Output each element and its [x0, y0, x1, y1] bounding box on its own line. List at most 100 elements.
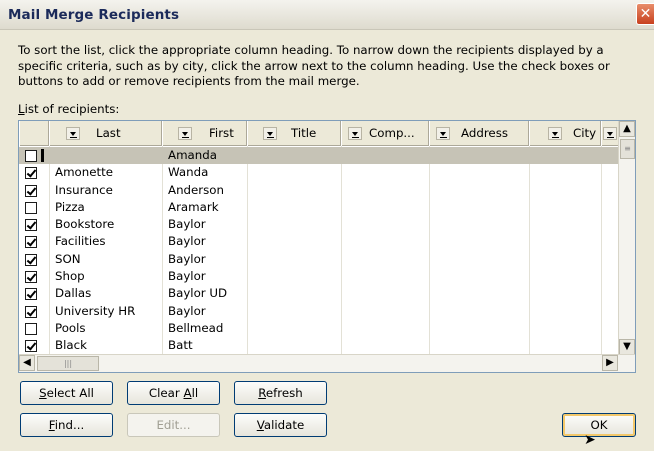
title-bar: Mail Merge Recipients ✕: [0, 0, 654, 30]
clear-all-button[interactable]: Clear All: [127, 381, 220, 405]
include-checkbox[interactable]: [25, 253, 37, 266]
validate-label: alidate: [263, 418, 305, 432]
recipient-row[interactable]: University HR Baylor: [19, 303, 619, 320]
cell-first: Baylor: [168, 269, 206, 284]
cell-last: Dallas: [55, 286, 92, 301]
cell-last: Pools: [55, 320, 86, 335]
column-header-first[interactable]: First: [162, 121, 247, 146]
cell-last: Insurance: [55, 182, 113, 197]
include-checkbox[interactable]: [25, 184, 37, 197]
refresh-mnemonic: R: [258, 386, 266, 400]
cell-last: SON: [55, 251, 81, 266]
include-checkbox[interactable]: [25, 150, 37, 162]
column-header-next[interactable]: [601, 121, 619, 146]
column-header-label: Last: [96, 126, 121, 140]
recipient-row[interactable]: Black Batt: [19, 337, 619, 354]
filter-dropdown-icon[interactable]: [436, 127, 450, 140]
cell-last: Bookstore: [55, 217, 115, 232]
recipient-row[interactable]: Dallas Baylor UD: [19, 285, 619, 302]
include-checkbox[interactable]: [25, 322, 37, 335]
column-header-label: Comp...: [369, 126, 415, 140]
ok-button[interactable]: OK: [562, 413, 636, 437]
cell-last: Amonette: [55, 165, 114, 180]
recipient-row[interactable]: Pizza Aramark: [19, 199, 619, 216]
scroll-right-icon[interactable]: ▶: [602, 355, 618, 371]
column-header-title[interactable]: Title: [247, 121, 341, 146]
recipient-rows: Amanda Amonette Wanda Insurance Anderson…: [19, 147, 619, 355]
filter-dropdown-icon[interactable]: [603, 127, 617, 140]
column-header-label: Address: [461, 126, 508, 140]
cell-last: Pizza: [55, 199, 85, 214]
column-header-label: First: [209, 126, 234, 140]
cell-last: Shop: [55, 269, 85, 284]
vertical-scrollbar[interactable]: ▲ ≡ ▼: [618, 121, 635, 355]
recipient-row[interactable]: Insurance Anderson: [19, 182, 619, 199]
cell-last: Black: [55, 338, 87, 353]
find-label: ind...: [54, 418, 85, 432]
clear-all-label-pre: Clear: [148, 386, 184, 400]
filter-dropdown-icon[interactable]: [548, 127, 562, 140]
grid-header: Last First Title Comp... Address City: [19, 121, 619, 146]
column-header-last[interactable]: Last: [49, 121, 162, 146]
refresh-button[interactable]: Refresh: [234, 381, 327, 405]
filter-dropdown-icon[interactable]: [348, 127, 362, 140]
scroll-left-icon[interactable]: ◀: [19, 355, 35, 371]
select-all-button[interactable]: Select All: [20, 381, 113, 405]
find-button[interactable]: Find...: [20, 413, 113, 437]
clear-all-mnemonic: A: [183, 386, 192, 400]
vertical-scroll-thumb[interactable]: ≡: [620, 139, 635, 159]
include-checkbox[interactable]: [25, 219, 37, 232]
cell-last: [49, 147, 162, 164]
cell-first: Wanda: [168, 165, 209, 180]
recipient-row[interactable]: SON Baylor: [19, 251, 619, 268]
column-header-city[interactable]: City: [529, 121, 601, 146]
include-checkbox[interactable]: [25, 340, 37, 353]
include-checkbox[interactable]: [25, 271, 37, 284]
cell-last: Facilities: [55, 234, 106, 249]
validate-button[interactable]: Validate: [234, 413, 327, 437]
cell-first: Baylor: [168, 234, 206, 249]
row-cursor: [41, 149, 44, 162]
cell-last: University HR: [55, 303, 136, 318]
filter-dropdown-icon[interactable]: [178, 127, 192, 140]
include-checkbox[interactable]: [25, 236, 37, 249]
include-checkbox[interactable]: [25, 305, 37, 318]
cell-first: Baylor: [168, 303, 206, 318]
cell-first: Baylor UD: [168, 286, 228, 301]
cell-first: Baylor: [168, 217, 206, 232]
header-checkbox-column: [19, 121, 49, 146]
column-header-label: Title: [291, 126, 317, 140]
scroll-up-icon[interactable]: ▲: [619, 121, 635, 137]
recipients-grid[interactable]: Last First Title Comp... Address City Am…: [18, 120, 636, 373]
cell-first: Anderson: [168, 182, 224, 197]
horizontal-scrollbar[interactable]: ◀ ||| ▶: [19, 354, 635, 372]
recipient-row[interactable]: Amanda: [19, 147, 619, 165]
include-checkbox[interactable]: [25, 288, 37, 301]
column-header-label: City: [573, 126, 597, 140]
validate-mnemonic: V: [256, 418, 264, 432]
recipient-row[interactable]: Bookstore Baylor: [19, 216, 619, 233]
instructions-text: To sort the list, click the appropriate …: [18, 43, 610, 88]
list-label-mnemonic: L: [18, 102, 25, 116]
select-all-mnemonic: S: [39, 386, 47, 400]
recipient-row[interactable]: Amonette Wanda: [19, 164, 619, 181]
horizontal-scroll-thumb[interactable]: |||: [37, 356, 99, 371]
scroll-down-icon[interactable]: ▼: [619, 339, 635, 355]
cell-first: Batt: [168, 338, 193, 353]
cell-first: Baylor: [168, 251, 206, 266]
filter-dropdown-icon[interactable]: [66, 127, 80, 140]
close-button[interactable]: ✕: [636, 3, 654, 25]
edit-button: Edit...: [127, 413, 220, 437]
column-header-company[interactable]: Comp...: [341, 121, 429, 146]
filter-dropdown-icon[interactable]: [263, 127, 277, 140]
recipient-row[interactable]: Shop Baylor: [19, 268, 619, 285]
column-header-address[interactable]: Address: [429, 121, 529, 146]
select-all-label: elect All: [46, 386, 94, 400]
include-checkbox[interactable]: [25, 167, 37, 180]
recipient-row[interactable]: Facilities Baylor: [19, 233, 619, 250]
include-checkbox[interactable]: [25, 201, 37, 214]
cell-first: Amanda: [168, 148, 217, 162]
mouse-pointer-icon: ➤: [584, 432, 596, 448]
recipient-row[interactable]: Pools Bellmead: [19, 320, 619, 337]
refresh-label: efresh: [265, 386, 303, 400]
